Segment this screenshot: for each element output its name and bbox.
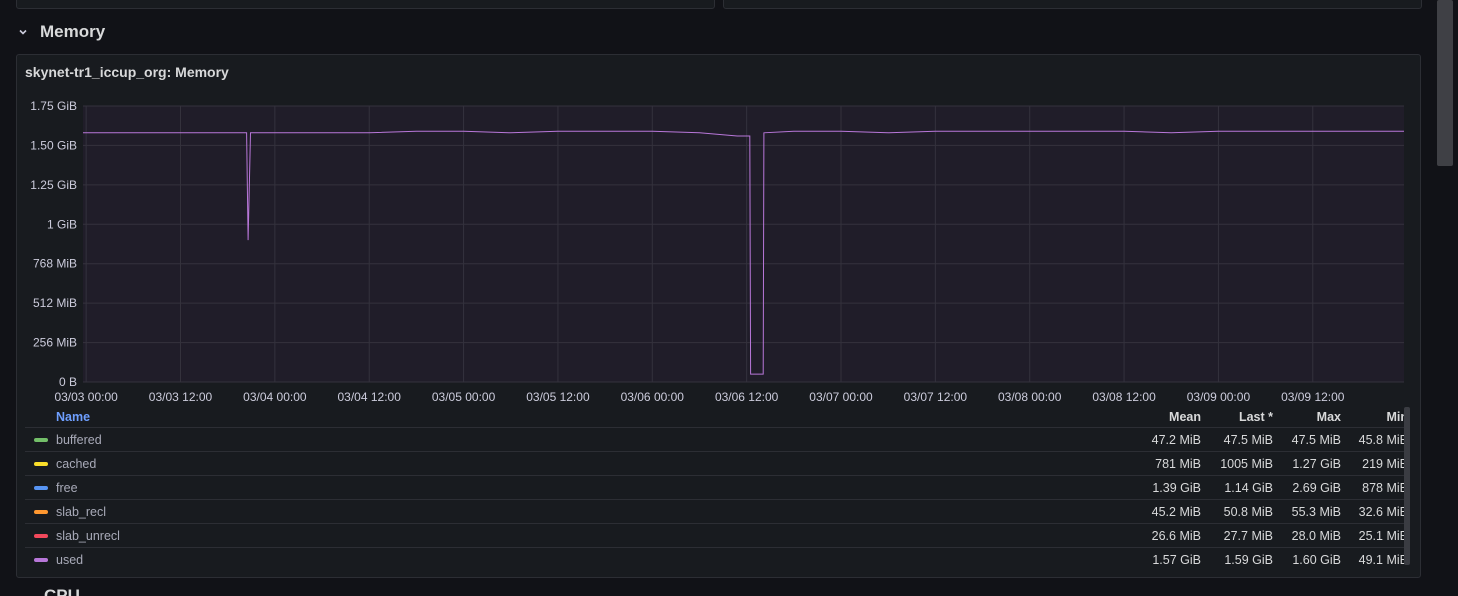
y-tick-label: 1.75 GiB bbox=[30, 99, 77, 113]
legend-series-name[interactable]: cached bbox=[56, 457, 96, 471]
legend-header-max[interactable]: Max bbox=[1273, 410, 1341, 424]
legend-max-value: 28.0 MiB bbox=[1291, 528, 1341, 543]
legend-row-free[interactable]: free 1.39 GiB 1.14 GiB 2.69 GiB 878 MiB bbox=[25, 475, 1408, 499]
legend-last-value: 27.7 MiB bbox=[1223, 528, 1273, 543]
series-color-swatch bbox=[34, 461, 48, 466]
x-tick-label: 03/04 12:00 bbox=[338, 390, 402, 404]
y-tick-label: 768 MiB bbox=[33, 257, 77, 271]
legend-row-buffered[interactable]: buffered 47.2 MiB 47.5 MiB 47.5 MiB 45.8 MiB bbox=[25, 427, 1408, 451]
plot-area bbox=[83, 106, 1404, 382]
legend-series-name[interactable]: used bbox=[56, 553, 83, 567]
legend-name-cell: used bbox=[25, 553, 1121, 567]
x-tick-label: 03/06 12:00 bbox=[715, 390, 779, 404]
legend-row-used[interactable]: used 1.57 GiB 1.59 GiB 1.60 GiB 49.1 MiB bbox=[25, 547, 1408, 571]
legend-header-last[interactable]: Last * bbox=[1201, 410, 1273, 424]
legend-row-slab_unrecl[interactable]: slab_unrecl 26.6 MiB 27.7 MiB 28.0 MiB 25.1 … bbox=[25, 523, 1408, 547]
series-color-swatch bbox=[34, 557, 48, 562]
legend-row-slab_recl[interactable]: slab_recl 45.2 MiB 50.8 MiB 55.3 MiB 32.6 Mi… bbox=[25, 499, 1408, 523]
legend-name-cell: slab_unrecl bbox=[25, 529, 1121, 543]
series-color-swatch bbox=[34, 437, 48, 442]
legend-last-value: 1.59 GiB bbox=[1224, 552, 1273, 567]
legend-min-value: 45.8 MiB bbox=[1358, 432, 1408, 447]
y-tick-label: 512 MiB bbox=[33, 296, 77, 310]
y-tick-label: 1.50 GiB bbox=[30, 138, 77, 152]
legend-row-cached[interactable]: cached 781 MiB 1005 MiB 1.27 GiB 219 MiB bbox=[25, 451, 1408, 475]
x-tick-label: 03/06 00:00 bbox=[621, 390, 685, 404]
legend-header-min[interactable]: Min bbox=[1341, 410, 1408, 424]
y-tick-label: 1.25 GiB bbox=[30, 178, 77, 192]
legend-name-cell: cached bbox=[25, 457, 1121, 471]
legend-max-value: 2.69 GiB bbox=[1292, 480, 1341, 495]
x-tick-label: 03/08 00:00 bbox=[998, 390, 1062, 404]
x-tick-label: 03/07 12:00 bbox=[904, 390, 968, 404]
legend-mean-value: 45.2 MiB bbox=[1151, 504, 1201, 519]
legend-table: Name Mean Last * Max Min buffered 47.2 Mi… bbox=[25, 407, 1408, 571]
series-color-swatch bbox=[34, 485, 48, 490]
page-scrollbar[interactable] bbox=[1437, 0, 1453, 166]
legend-mean-value: 26.6 MiB bbox=[1151, 528, 1201, 543]
y-tick-label: 256 MiB bbox=[33, 336, 77, 350]
x-tick-label: 03/04 00:00 bbox=[243, 390, 307, 404]
legend-last-value: 50.8 MiB bbox=[1223, 504, 1273, 519]
row-title: Memory bbox=[40, 22, 106, 41]
x-tick-label: 03/05 00:00 bbox=[432, 390, 496, 404]
y-tick-label: 0 B bbox=[59, 375, 77, 389]
x-tick-label: 03/09 12:00 bbox=[1281, 390, 1345, 404]
previous-panel-right bbox=[723, 0, 1422, 9]
legend-header-mean[interactable]: Mean bbox=[1121, 410, 1201, 424]
legend-series-name[interactable]: free bbox=[56, 481, 78, 495]
legend-mean-value: 1.39 GiB bbox=[1152, 480, 1201, 495]
x-tick-label: 03/09 00:00 bbox=[1187, 390, 1251, 404]
legend-last-value: 47.5 MiB bbox=[1223, 432, 1273, 447]
x-tick-label: 03/05 12:00 bbox=[526, 390, 590, 404]
chevron-down-icon[interactable] bbox=[16, 25, 30, 39]
legend-mean-value: 781 MiB bbox=[1155, 456, 1201, 471]
legend-max-value: 1.60 GiB bbox=[1292, 552, 1341, 567]
legend-name-cell: buffered bbox=[25, 433, 1121, 447]
legend-series-name[interactable]: slab_unrecl bbox=[56, 529, 120, 543]
legend-min-value: 878 MiB bbox=[1362, 480, 1408, 495]
legend-header-name[interactable]: Name bbox=[25, 410, 90, 424]
legend-mean-value: 1.57 GiB bbox=[1152, 552, 1201, 567]
legend-series-name[interactable]: buffered bbox=[56, 433, 102, 447]
y-tick-label: 1 GiB bbox=[47, 217, 77, 231]
legend-series-name[interactable]: slab_recl bbox=[56, 505, 106, 519]
legend-last-value: 1005 MiB bbox=[1220, 456, 1273, 471]
memory-panel: skynet-tr1_iccup_org: Memory 0 B 256 MiB 5… bbox=[16, 54, 1421, 578]
legend-name-cell: free bbox=[25, 481, 1121, 495]
x-tick-label: 03/07 00:00 bbox=[809, 390, 873, 404]
legend-scrollbar[interactable] bbox=[1404, 407, 1410, 565]
legend-max-value: 47.5 MiB bbox=[1291, 432, 1341, 447]
legend-header: Name Mean Last * Max Min bbox=[25, 407, 1408, 427]
legend-min-value: 49.1 MiB bbox=[1358, 552, 1408, 567]
previous-panel-left bbox=[16, 0, 715, 9]
row-header-memory[interactable]: Memory bbox=[16, 18, 105, 46]
x-tick-label: 03/08 12:00 bbox=[1092, 390, 1156, 404]
legend-mean-value: 47.2 MiB bbox=[1151, 432, 1201, 447]
legend-max-value: 1.27 GiB bbox=[1292, 456, 1341, 471]
next-row-title[interactable]: CPU bbox=[44, 588, 80, 596]
legend-last-value: 1.14 GiB bbox=[1224, 480, 1273, 495]
x-tick-label: 03/03 00:00 bbox=[54, 390, 118, 404]
legend-name-cell: slab_recl bbox=[25, 505, 1121, 519]
legend-max-value: 55.3 MiB bbox=[1291, 504, 1341, 519]
legend-min-value: 219 MiB bbox=[1362, 456, 1408, 471]
series-color-swatch bbox=[34, 509, 48, 514]
legend-min-value: 32.6 MiB bbox=[1358, 504, 1408, 519]
memory-chart[interactable]: 0 B 256 MiB 512 MiB 768 MiB 1 GiB 1.25 GiB 1.5… bbox=[17, 55, 1420, 405]
series-color-swatch bbox=[34, 533, 48, 538]
x-tick-label: 03/03 12:00 bbox=[149, 390, 213, 404]
legend-min-value: 25.1 MiB bbox=[1358, 528, 1408, 543]
